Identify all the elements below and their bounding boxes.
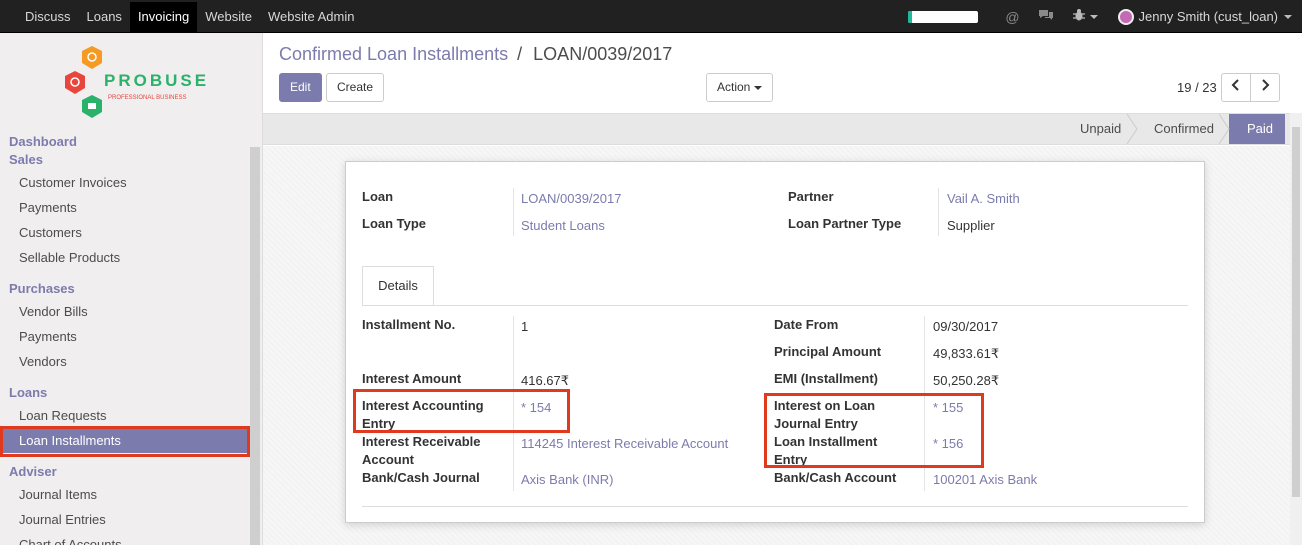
pager-value[interactable]: 19 / 23 (1177, 80, 1217, 95)
action-button[interactable]: Action (706, 73, 774, 102)
loan-value[interactable]: LOAN/0039/2017 (521, 190, 621, 208)
chevron-down-icon (1284, 14, 1292, 19)
stage-paid[interactable]: Paid (1229, 114, 1285, 144)
interest-receivable-account-label: Interest Receivable Account (362, 434, 481, 467)
tab-details[interactable]: Details (362, 266, 434, 306)
sidebar-item-customers[interactable]: Customers (0, 221, 250, 245)
tab-divider (362, 305, 1188, 306)
field-divider (938, 188, 939, 236)
installment-no-value: 1 (521, 319, 529, 334)
sidebar-item-journal-items[interactable]: Journal Items (0, 483, 250, 507)
breadcrumb-current: LOAN/0039/2017 (533, 44, 673, 64)
sidebar-item-loan-requests[interactable]: Loan Requests (0, 404, 250, 428)
loan-type-value[interactable]: Student Loans (521, 217, 605, 235)
stage-separator-icon (1126, 114, 1138, 144)
partner-type-label: Loan Partner Type (788, 216, 902, 231)
chevron-right-icon (1262, 79, 1270, 91)
sidebar: PROBUSE PROFESSIONAL BUSINESS Dashboard … (0, 33, 263, 545)
partner-label: Partner (788, 189, 834, 204)
at-icon[interactable]: @ (1005, 9, 1019, 25)
sidebar-item-sellable-products[interactable]: Sellable Products (0, 246, 250, 270)
breadcrumb-parent[interactable]: Confirmed Loan Installments (279, 44, 508, 64)
emi-installment-value: 50,250.28₹ (933, 373, 1000, 388)
principal-amount-value: 49,833.61₹ (933, 346, 1000, 361)
sidebar-section-loans: Loans (9, 385, 48, 400)
top-navbar: Discuss Loans Invoicing Website Website … (0, 0, 1302, 33)
emi-installment-label: EMI (Installment) (774, 371, 879, 386)
user-menu[interactable]: Jenny Smith (cust_loan) (1117, 8, 1292, 25)
bank-cash-account-value[interactable]: 100201 Axis Bank (933, 471, 1037, 489)
bank-cash-account-label: Bank/Cash Account (774, 470, 897, 485)
stage-confirmed[interactable]: Confirmed (1140, 114, 1228, 144)
breadcrumb-separator: / (517, 44, 523, 64)
bank-cash-journal-value[interactable]: Axis Bank (INR) (521, 471, 613, 489)
chevron-down-icon (754, 85, 763, 90)
installment-no-label: Installment No. (362, 317, 456, 332)
user-name: Jenny Smith (cust_loan) (1138, 9, 1278, 24)
bank-cash-journal-label: Bank/Cash Journal (362, 470, 480, 485)
sidebar-item-payments[interactable]: Payments (0, 196, 250, 220)
logo-text: PROBUSE (104, 71, 210, 90)
highlight-box (0, 426, 250, 457)
sidebar-item-customer-invoices[interactable]: Customer Invoices (0, 171, 250, 195)
chat-icon[interactable] (1038, 8, 1054, 25)
loan-label: Loan (362, 189, 394, 204)
sidebar-scrollbar[interactable] (250, 147, 260, 545)
scrollbar-thumb[interactable] (1292, 127, 1300, 497)
chevron-down-icon[interactable] (1089, 14, 1098, 19)
loan-type-label: Loan Type (362, 216, 427, 231)
breadcrumb: Confirmed Loan Installments / LOAN/0039/… (279, 44, 672, 65)
sidebar-item-vendor-bills[interactable]: Vendor Bills (0, 300, 250, 324)
logo-tagline: PROFESSIONAL BUSINESS (108, 95, 187, 101)
stage-separator-icon (1219, 114, 1230, 144)
menu-website[interactable]: Website (197, 2, 260, 32)
partner-value[interactable]: Vail A. Smith (947, 190, 1020, 208)
pager-next-button[interactable] (1250, 73, 1280, 102)
highlight-box (353, 389, 570, 433)
sidebar-item-vendor-payments[interactable]: Payments (0, 325, 250, 349)
sidebar-item-chart-of-accounts[interactable]: Chart of Accounts (0, 533, 250, 545)
status-bar: Unpaid Confirmed Paid (263, 113, 1290, 145)
date-from-value: 09/30/2017 (933, 319, 999, 334)
sidebar-item-vendors[interactable]: Vendors (0, 350, 250, 374)
pager-previous-button[interactable] (1221, 73, 1251, 102)
menu-loans[interactable]: Loans (79, 2, 130, 32)
interest-amount-value: 416.67₹ (521, 373, 570, 388)
chevron-left-icon (1231, 79, 1239, 91)
principal-amount-label: Principal Amount (774, 344, 882, 359)
highlight-box (764, 393, 984, 468)
interest-amount-label: Interest Amount (362, 371, 462, 386)
interest-receivable-account-value[interactable]: 114245 Interest Receivable Account (521, 435, 728, 453)
action-button-label: Action (717, 80, 751, 94)
bug-icon[interactable] (1072, 8, 1086, 25)
avatar (1117, 8, 1134, 25)
menu-invoicing[interactable]: Invoicing (129, 2, 198, 32)
sidebar-section-sales: Sales (9, 152, 43, 167)
app-menu: Discuss Loans Invoicing Website Website … (17, 0, 362, 33)
systray: @ Jenny Smith (cust_loan) (908, 0, 1292, 33)
partner-type-value: Supplier (947, 218, 995, 233)
date-from-label: Date From (774, 317, 839, 332)
progress-bar-fill (908, 10, 912, 23)
progress-bar (908, 10, 979, 23)
form-divider (362, 506, 1188, 507)
main-scrollbar[interactable] (1290, 113, 1302, 545)
create-button[interactable]: Create (326, 73, 385, 102)
menu-discuss[interactable]: Discuss (17, 2, 79, 32)
company-logo: PROBUSE PROFESSIONAL BUSINESS (58, 45, 208, 119)
edit-button[interactable]: Edit (279, 73, 322, 102)
menu-website-admin[interactable]: Website Admin (260, 2, 362, 32)
sidebar-item-journal-entries[interactable]: Journal Entries (0, 508, 250, 532)
field-divider (513, 188, 514, 236)
sidebar-section-adviser: Adviser (9, 464, 57, 479)
sidebar-section-purchases: Purchases (9, 281, 75, 296)
sidebar-dashboard[interactable]: Dashboard (9, 134, 77, 149)
